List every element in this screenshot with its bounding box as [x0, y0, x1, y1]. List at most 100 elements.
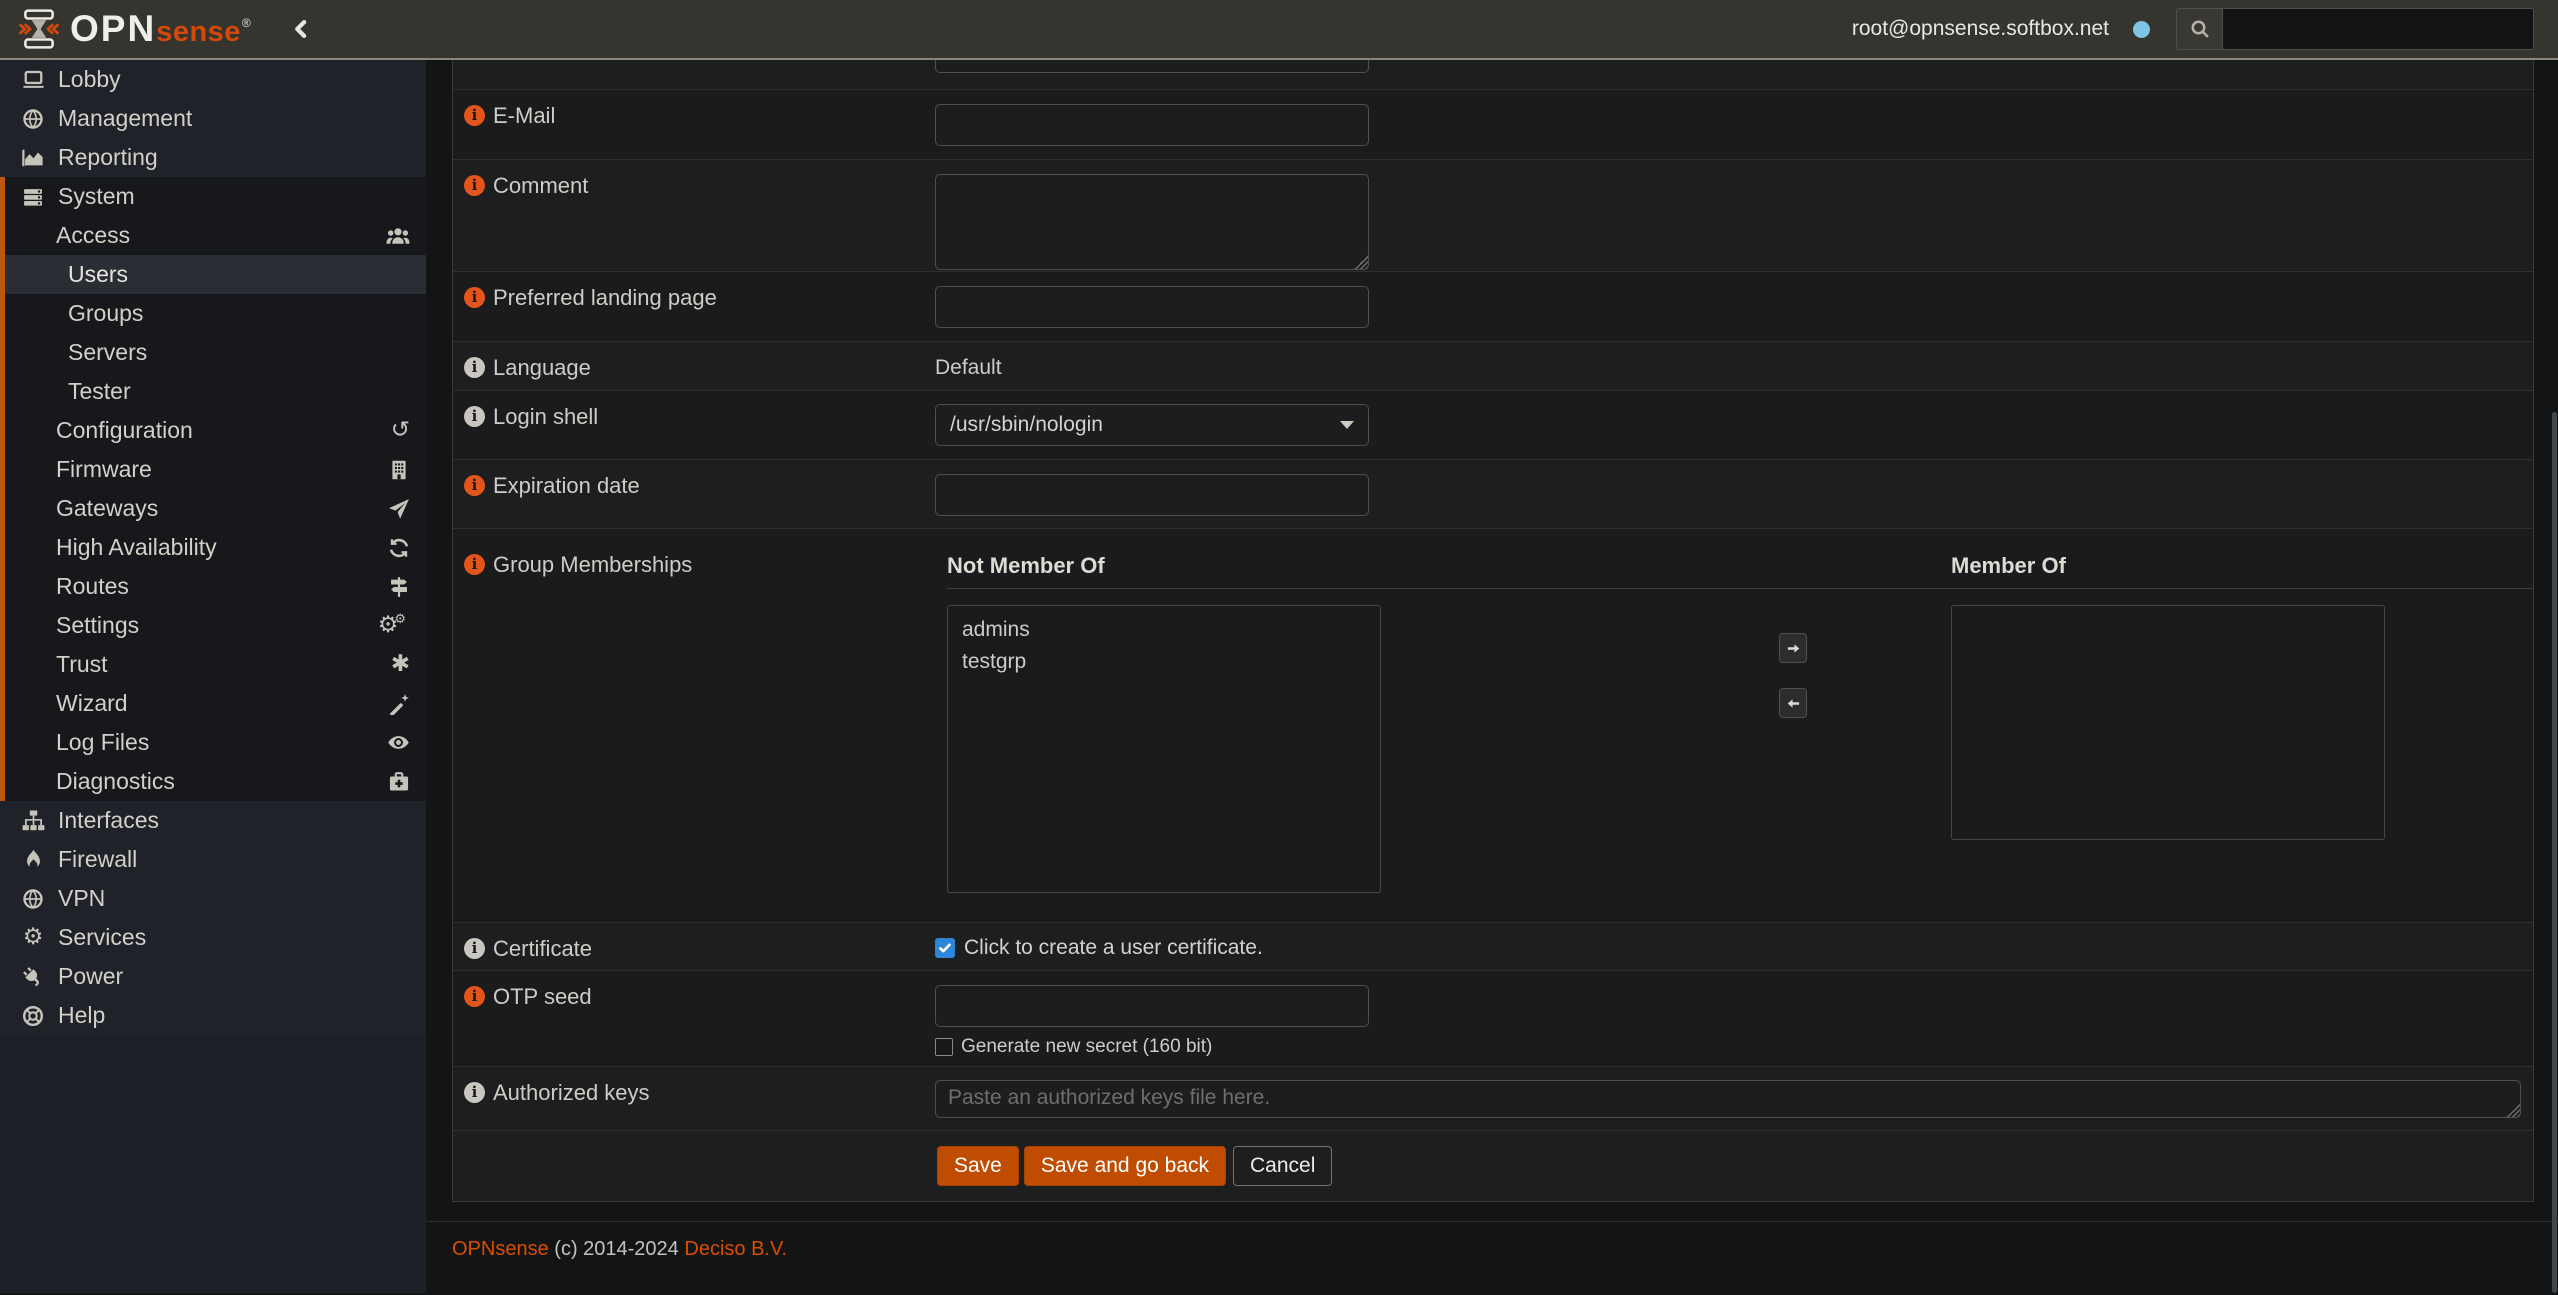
sidebar-item-label: Routes	[56, 573, 129, 600]
form-row-group-memberships: i Group Memberships Not Member Of Member…	[453, 528, 2533, 922]
sidebar-item-lobby[interactable]: Lobby	[0, 60, 426, 99]
footer-company-link[interactable]: Deciso B.V.	[684, 1238, 787, 1260]
member-of-list[interactable]	[1951, 605, 2385, 840]
list-option-testgrp[interactable]: testgrp	[948, 646, 1380, 678]
save-and-go-back-button[interactable]: Save and go back	[1024, 1146, 1226, 1186]
language-value: Default	[935, 342, 1002, 380]
life-ring-icon	[20, 1005, 46, 1027]
info-icon[interactable]: i	[464, 986, 485, 1007]
chevron-left-icon	[291, 19, 311, 39]
footer-brand-link[interactable]: OPNsense	[452, 1238, 549, 1260]
sidebar-item-groups[interactable]: Groups	[5, 294, 426, 333]
sidebar-item-tester[interactable]: Tester	[5, 372, 426, 411]
sidebar-collapse-button[interactable]	[291, 19, 311, 39]
expiration-date-field[interactable]	[935, 474, 1369, 516]
partial-input[interactable]	[935, 60, 1369, 73]
sidebar-item-label: Interfaces	[58, 807, 159, 834]
sidebar-item-interfaces[interactable]: Interfaces	[0, 801, 426, 840]
sidebar-item-servers[interactable]: Servers	[5, 333, 426, 372]
list-option-admins[interactable]: admins	[948, 614, 1380, 646]
logo-registered-mark: ®	[242, 16, 251, 30]
info-icon[interactable]: i	[464, 287, 485, 308]
form-row-comment: i Comment	[453, 159, 2533, 271]
move-right-button[interactable]	[1779, 633, 1807, 663]
sidebar-item-firewall[interactable]: Firewall	[0, 840, 426, 879]
email-field[interactable]	[935, 104, 1369, 146]
landing-page-field[interactable]	[935, 286, 1369, 328]
arrow-right-icon	[1786, 641, 1801, 656]
comment-field[interactable]	[935, 174, 1369, 270]
search-icon	[2177, 9, 2223, 49]
sidebar-item-trust[interactable]: Trust ✱	[5, 645, 426, 684]
gears-icon: ⚙⚙	[378, 614, 410, 637]
sidebar-item-wizard[interactable]: Wizard	[5, 684, 426, 723]
sidebar-item-diagnostics[interactable]: Diagnostics	[5, 762, 426, 801]
sidebar-item-users[interactable]: Users	[5, 255, 426, 294]
info-icon[interactable]: i	[464, 357, 485, 378]
field-label: E-Mail	[493, 104, 555, 128]
sidebar-item-vpn[interactable]: VPN	[0, 879, 426, 918]
gear-icon: ⚙	[20, 926, 46, 949]
form-row-actions: Save Save and go back Cancel	[453, 1130, 2533, 1201]
generate-secret-label: Generate new secret (160 bit)	[961, 1036, 1212, 1058]
sidebar-item-log-files[interactable]: Log Files	[5, 723, 426, 762]
certificate-icon: ✱	[391, 653, 410, 676]
field-label: Group Memberships	[493, 553, 692, 577]
signpost-icon	[388, 576, 410, 598]
info-icon[interactable]: i	[464, 554, 485, 575]
sidebar-item-management[interactable]: Management	[0, 99, 426, 138]
member-of-header: Member Of	[1951, 553, 2066, 579]
save-button[interactable]: Save	[937, 1146, 1019, 1186]
sidebar-item-reporting[interactable]: Reporting	[0, 138, 426, 177]
laptop-icon	[20, 68, 46, 91]
form-row-certificate: i Certificate Click to create a user cer…	[453, 922, 2533, 970]
info-icon[interactable]: i	[464, 938, 485, 959]
otp-seed-field[interactable]	[935, 985, 1369, 1027]
sidebar-item-label: VPN	[58, 885, 105, 912]
move-left-button[interactable]	[1779, 688, 1807, 718]
sidebar-item-configuration[interactable]: Configuration ↺	[5, 411, 426, 450]
status-indicator-dot	[2133, 21, 2150, 38]
opnsense-logo-icon	[18, 8, 60, 50]
sidebar-item-high-availability[interactable]: High Availability	[5, 528, 426, 567]
authorized-keys-field[interactable]	[935, 1080, 2521, 1118]
sidebar-item-access[interactable]: Access	[5, 216, 426, 255]
field-label: Login shell	[493, 405, 598, 429]
sidebar-item-settings[interactable]: Settings ⚙⚙	[5, 606, 426, 645]
opnsense-logo[interactable]: OPNsense®	[18, 8, 251, 50]
sidebar-item-system[interactable]: System	[5, 177, 426, 216]
sidebar-item-label: Lobby	[58, 66, 121, 93]
info-icon[interactable]: i	[464, 406, 485, 427]
login-shell-select[interactable]: /usr/sbin/nologin	[935, 404, 1369, 446]
check-icon	[938, 941, 952, 955]
sidebar-item-power[interactable]: Power	[0, 957, 426, 996]
sidebar-item-firmware[interactable]: Firmware	[5, 450, 426, 489]
sidebar-item-label: Users	[68, 261, 128, 288]
fire-icon	[20, 849, 46, 870]
cancel-button[interactable]: Cancel	[1233, 1146, 1332, 1186]
form-row-login-shell: i Login shell /usr/sbin/nologin	[453, 390, 2533, 459]
page-footer: OPNsense (c) 2014-2024 Deciso B.V.	[426, 1221, 2558, 1261]
login-shell-value: /usr/sbin/nologin	[950, 413, 1103, 437]
vertical-scrollbar-thumb[interactable]	[2552, 412, 2557, 1293]
search-input[interactable]	[2223, 9, 2533, 49]
field-label: Expiration date	[493, 474, 640, 498]
sidebar: Lobby Management Reporting System Access	[0, 60, 426, 1293]
info-icon[interactable]: i	[464, 105, 485, 126]
sidebar-item-label: Settings	[56, 612, 139, 639]
not-member-of-list[interactable]: admins testgrp	[947, 605, 1381, 893]
sidebar-item-services[interactable]: ⚙ Services	[0, 918, 426, 957]
logo-text-sense: sense	[156, 16, 241, 49]
sidebar-item-help[interactable]: Help	[0, 996, 426, 1035]
sidebar-item-routes[interactable]: Routes	[5, 567, 426, 606]
main-content: i E-Mail i Comment i Preferred landing p…	[426, 60, 2558, 1293]
info-icon[interactable]: i	[464, 1082, 485, 1103]
sidebar-item-gateways[interactable]: Gateways	[5, 489, 426, 528]
form-row-expiration: i Expiration date	[453, 459, 2533, 528]
magic-wand-icon	[388, 693, 410, 715]
certificate-checkbox[interactable]	[935, 938, 955, 958]
info-icon[interactable]: i	[464, 475, 485, 496]
generate-secret-checkbox[interactable]	[935, 1038, 953, 1056]
area-chart-icon	[20, 147, 46, 169]
info-icon[interactable]: i	[464, 175, 485, 196]
